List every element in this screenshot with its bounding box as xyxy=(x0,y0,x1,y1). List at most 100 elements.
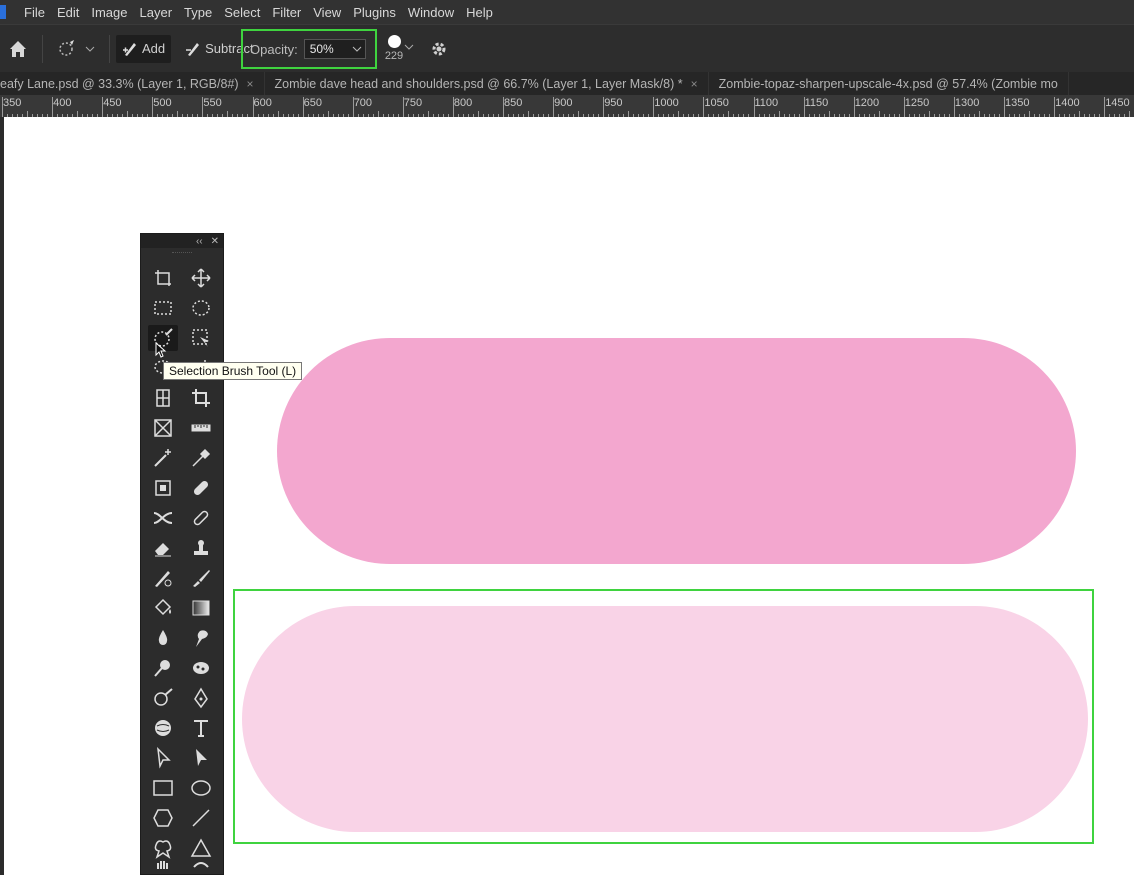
perspective-crop-tool[interactable] xyxy=(148,385,178,411)
rectangle-tool[interactable] xyxy=(148,775,178,801)
type-tool[interactable] xyxy=(186,715,216,741)
line-tool[interactable] xyxy=(186,805,216,831)
ruler-tool[interactable] xyxy=(186,415,216,441)
history-brush-tool[interactable] xyxy=(148,685,178,711)
ruler-tick xyxy=(853,97,855,117)
close-icon[interactable]: ✕ xyxy=(211,236,219,247)
toolbox-panel: ‹‹ ✕ xyxy=(140,233,224,875)
sponge-icon xyxy=(193,662,209,674)
frame-tool[interactable] xyxy=(148,415,178,441)
pattern-stamp-tool[interactable] xyxy=(148,715,178,741)
hand-tool[interactable] xyxy=(148,861,178,875)
menu-filter[interactable]: Filter xyxy=(266,5,307,20)
brain-pattern-icon xyxy=(155,720,171,736)
mixer-brush-tool[interactable] xyxy=(148,565,178,591)
bandage-icon xyxy=(193,510,209,526)
move-tool[interactable] xyxy=(186,265,216,291)
ruler-label: 700 xyxy=(353,97,373,109)
crop-tool[interactable] xyxy=(186,385,216,411)
menu-window[interactable]: Window xyxy=(402,5,460,20)
menu-image[interactable]: Image xyxy=(85,5,133,20)
add-mode-label: Add xyxy=(142,41,166,56)
close-icon[interactable]: × xyxy=(691,77,698,91)
ruler-label: 550 xyxy=(203,97,222,109)
dodge-tool[interactable] xyxy=(148,655,178,681)
chevron-down-icon xyxy=(352,46,362,52)
ruler-tick xyxy=(452,97,454,117)
drag-handle[interactable] xyxy=(141,248,223,258)
brush-tool[interactable] xyxy=(186,565,216,591)
move-icon xyxy=(191,268,211,288)
ruler-tick xyxy=(302,97,304,117)
menu-select[interactable]: Select xyxy=(218,5,266,20)
blur-tool[interactable] xyxy=(148,625,178,651)
direct-selection-tool[interactable] xyxy=(186,745,216,771)
ruler-label: 1350 xyxy=(1005,97,1030,109)
ruler-tick xyxy=(503,97,504,117)
eyedropper-tool[interactable] xyxy=(186,445,216,471)
object-selection-tool[interactable] xyxy=(186,325,216,351)
menu-help[interactable]: Help xyxy=(460,5,499,20)
triangle-tool[interactable] xyxy=(186,835,216,861)
ruler-tick xyxy=(803,97,805,117)
polygon-tool[interactable] xyxy=(148,805,178,831)
healing-brush-tool[interactable] xyxy=(186,505,216,531)
history-brush-icon xyxy=(154,688,173,706)
ruler-icon xyxy=(191,424,211,432)
ruler-label: 850 xyxy=(504,97,523,109)
menu-plugins[interactable]: Plugins xyxy=(347,5,402,20)
ellipse-tool[interactable] xyxy=(186,775,216,801)
horizontal-ruler[interactable]: 350 400 450 500 550 600 650 700 750 800 850 900 950 1… xyxy=(0,95,1134,117)
menu-type[interactable]: Type xyxy=(178,5,218,20)
ruler-tick xyxy=(653,97,655,117)
add-mode-button[interactable]: Add xyxy=(116,34,172,63)
sponge-tool[interactable] xyxy=(186,655,216,681)
collapse-icon[interactable]: ‹‹ xyxy=(196,236,203,247)
magic-wand-tool[interactable] xyxy=(148,445,178,471)
menu-edit[interactable]: Edit xyxy=(51,5,85,20)
document-tab[interactable]: eafy Lane.psd @ 33.3% (Layer 1, RGB/8#) … xyxy=(0,72,265,95)
menu-file[interactable]: File xyxy=(18,5,51,20)
elliptical-marquee-tool[interactable] xyxy=(186,295,216,321)
content-aware-tool[interactable] xyxy=(148,475,178,501)
ruler-tick xyxy=(152,97,154,117)
tool-preset-picker[interactable] xyxy=(49,39,103,59)
document-tab[interactable]: Zombie-topaz-sharpen-upscale-4x.psd @ 57… xyxy=(709,72,1069,95)
ruler-label: 400 xyxy=(53,97,72,109)
ruler-label: 900 xyxy=(554,97,573,109)
opacity-dropdown[interactable]: 50% xyxy=(303,39,366,59)
pink-pill-full-opacity xyxy=(277,338,1076,564)
stamp-icon xyxy=(194,540,208,555)
tab-title: Zombie dave head and shoulders.psd @ 66.… xyxy=(274,76,683,91)
chevron-down-icon[interactable] xyxy=(404,42,414,52)
document-tabs: eafy Lane.psd @ 33.3% (Layer 1, RGB/8#) … xyxy=(0,72,1134,95)
custom-shape-tool[interactable] xyxy=(148,835,178,861)
smudge-tool[interactable] xyxy=(186,625,216,651)
home-button[interactable] xyxy=(0,25,36,73)
paint-bucket-tool[interactable] xyxy=(148,595,178,621)
artboard-tool[interactable] xyxy=(148,265,178,291)
eyedropper-icon xyxy=(192,448,211,467)
clone-stamp-tool[interactable] xyxy=(186,535,216,561)
brush-plus-icon xyxy=(123,42,136,56)
path-selection-tool[interactable] xyxy=(148,745,178,771)
document-tab[interactable]: Zombie dave head and shoulders.psd @ 66.… xyxy=(265,72,709,95)
gear-icon[interactable] xyxy=(430,40,448,58)
eraser-tool[interactable] xyxy=(148,535,178,561)
frame-icon xyxy=(154,419,172,437)
ruler-tick xyxy=(1004,97,1005,117)
type-icon xyxy=(194,720,208,737)
brush-minus-icon xyxy=(186,42,200,56)
close-icon[interactable]: × xyxy=(247,77,254,91)
pen-tool[interactable] xyxy=(186,685,216,711)
rotate-view-tool[interactable] xyxy=(186,861,216,875)
gradient-tool[interactable] xyxy=(186,595,216,621)
spot-healing-brush-tool[interactable] xyxy=(186,475,216,501)
remove-tool[interactable] xyxy=(148,505,178,531)
menu-view[interactable]: View xyxy=(307,5,347,20)
ruler-label: 1250 xyxy=(904,97,930,109)
dodge-icon xyxy=(154,660,170,677)
ruler-label: 1000 xyxy=(654,97,679,109)
rectangular-marquee-tool[interactable] xyxy=(148,295,178,321)
menu-layer[interactable]: Layer xyxy=(134,5,179,20)
